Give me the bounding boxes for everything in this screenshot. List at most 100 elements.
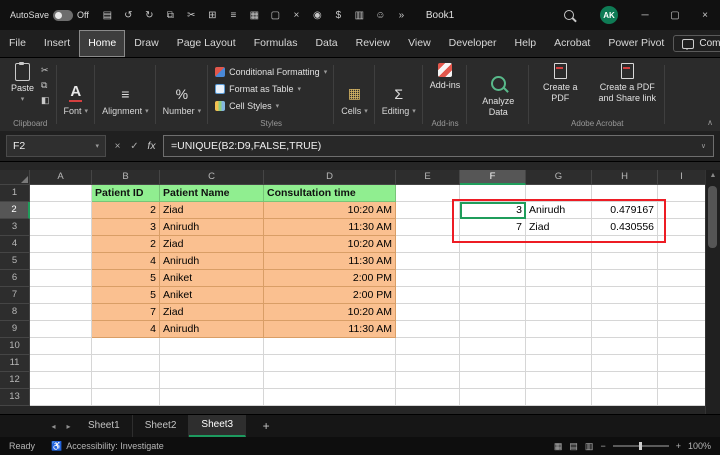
cell-D10[interactable] bbox=[264, 338, 396, 355]
cell-H1[interactable] bbox=[592, 185, 658, 202]
camera-icon[interactable]: ◉ bbox=[311, 10, 324, 21]
cell-D12[interactable] bbox=[264, 372, 396, 389]
insert-function-icon[interactable]: fx bbox=[143, 140, 160, 152]
close-document-icon[interactable]: × bbox=[290, 10, 303, 21]
ribbon-tab-formulas[interactable]: Formulas bbox=[245, 30, 307, 57]
cancel-icon[interactable]: × bbox=[109, 141, 126, 152]
cell-H10[interactable] bbox=[592, 338, 658, 355]
cell-B3[interactable]: 3 bbox=[92, 219, 160, 236]
cell-C5[interactable]: Anirudh bbox=[160, 253, 264, 270]
cell-A4[interactable] bbox=[30, 236, 92, 253]
cell-C3[interactable]: Anirudh bbox=[160, 219, 264, 236]
cell-I12[interactable] bbox=[658, 372, 706, 389]
cell-A2[interactable] bbox=[30, 202, 92, 219]
ribbon-tab-draw[interactable]: Draw bbox=[125, 30, 168, 57]
cell-F13[interactable] bbox=[460, 389, 526, 406]
row-header-8[interactable]: 8 bbox=[0, 304, 30, 321]
zoom-in-icon[interactable]: + bbox=[676, 441, 681, 451]
cell-I3[interactable] bbox=[658, 219, 706, 236]
analyze-data-button[interactable]: Analyze Data bbox=[474, 76, 522, 118]
chart-icon[interactable]: ▥ bbox=[353, 10, 366, 21]
cell-G11[interactable] bbox=[526, 355, 592, 372]
new-document-icon[interactable]: ▢ bbox=[269, 10, 282, 21]
cell-H9[interactable] bbox=[592, 321, 658, 338]
cell-F12[interactable] bbox=[460, 372, 526, 389]
cells-group[interactable]: ▦ Cells ▾ bbox=[334, 58, 375, 131]
cell-H8[interactable] bbox=[592, 304, 658, 321]
cell-E11[interactable] bbox=[396, 355, 460, 372]
cell-B9[interactable]: 4 bbox=[92, 321, 160, 338]
table-icon[interactable]: ▦ bbox=[248, 10, 261, 21]
row-header-3[interactable]: 3 bbox=[0, 219, 30, 236]
clipboard-icon[interactable]: ⧉ bbox=[164, 10, 177, 21]
ribbon-tab-developer[interactable]: Developer bbox=[440, 30, 506, 57]
cell-B1[interactable]: Patient ID bbox=[92, 185, 160, 202]
cell-G7[interactable] bbox=[526, 287, 592, 304]
row-header-5[interactable]: 5 bbox=[0, 253, 30, 270]
cell-E10[interactable] bbox=[396, 338, 460, 355]
column-header-D[interactable]: D bbox=[264, 170, 396, 185]
row-header-11[interactable]: 11 bbox=[0, 355, 30, 372]
ribbon-tab-file[interactable]: File bbox=[0, 30, 35, 57]
cell-I8[interactable] bbox=[658, 304, 706, 321]
cell-D5[interactable]: 11:30 AM bbox=[264, 253, 396, 270]
cell-F4[interactable] bbox=[460, 236, 526, 253]
cell-H5[interactable] bbox=[592, 253, 658, 270]
cell-H7[interactable] bbox=[592, 287, 658, 304]
comments-button[interactable]: Comments bbox=[673, 35, 720, 52]
cell-B4[interactable]: 2 bbox=[92, 236, 160, 253]
cell-H12[interactable] bbox=[592, 372, 658, 389]
cell-E8[interactable] bbox=[396, 304, 460, 321]
cell-H2[interactable]: 0.479167 bbox=[592, 202, 658, 219]
cell-H4[interactable] bbox=[592, 236, 658, 253]
sheet-tab-sheet3[interactable]: Sheet3 bbox=[189, 415, 246, 437]
row-header-4[interactable]: 4 bbox=[0, 236, 30, 253]
cell-I7[interactable] bbox=[658, 287, 706, 304]
cell-G6[interactable] bbox=[526, 270, 592, 287]
cell-A12[interactable] bbox=[30, 372, 92, 389]
zoom-slider[interactable] bbox=[613, 445, 669, 447]
avatar[interactable]: AK bbox=[600, 6, 618, 24]
copy-icon[interactable]: ⧉ bbox=[41, 80, 50, 91]
ribbon-tab-power-pivot[interactable]: Power Pivot bbox=[599, 30, 673, 57]
cell-D3[interactable]: 11:30 AM bbox=[264, 219, 396, 236]
sheet-tab-sheet2[interactable]: Sheet2 bbox=[133, 415, 190, 437]
cell-E3[interactable] bbox=[396, 219, 460, 236]
cell-E13[interactable] bbox=[396, 389, 460, 406]
column-header-G[interactable]: G bbox=[526, 170, 592, 185]
cell-D4[interactable]: 10:20 AM bbox=[264, 236, 396, 253]
cell-A8[interactable] bbox=[30, 304, 92, 321]
ribbon-tab-page-layout[interactable]: Page Layout bbox=[168, 30, 245, 57]
cell-I1[interactable] bbox=[658, 185, 706, 202]
row-header-7[interactable]: 7 bbox=[0, 287, 30, 304]
column-header-E[interactable]: E bbox=[396, 170, 460, 185]
addins-button[interactable]: Add-ins bbox=[430, 63, 461, 90]
page-break-view-icon[interactable]: ▥ bbox=[585, 441, 594, 452]
scrollbar-thumb[interactable] bbox=[708, 186, 717, 248]
autosave-toggle[interactable] bbox=[53, 10, 73, 21]
row-header-12[interactable]: 12 bbox=[0, 372, 30, 389]
conditional-formatting-button[interactable]: Conditional Formatting ▾ bbox=[215, 63, 327, 80]
cell-F6[interactable] bbox=[460, 270, 526, 287]
cell-H13[interactable] bbox=[592, 389, 658, 406]
cell-E2[interactable] bbox=[396, 202, 460, 219]
ribbon-tab-acrobat[interactable]: Acrobat bbox=[545, 30, 599, 57]
create-pdf-share-button[interactable]: Create a PDF and Share link bbox=[596, 63, 658, 104]
autosave-control[interactable]: AutoSave Off bbox=[10, 10, 89, 21]
column-header-B[interactable]: B bbox=[92, 170, 160, 185]
page-layout-view-icon[interactable]: ▤ bbox=[569, 441, 578, 452]
normal-view-icon[interactable]: ▦ bbox=[554, 441, 563, 452]
cell-B11[interactable] bbox=[92, 355, 160, 372]
ribbon-tab-insert[interactable]: Insert bbox=[35, 30, 79, 57]
collapse-ribbon-icon[interactable]: ∧ bbox=[707, 118, 713, 127]
cell-D9[interactable]: 11:30 AM bbox=[264, 321, 396, 338]
cell-I11[interactable] bbox=[658, 355, 706, 372]
cell-A9[interactable] bbox=[30, 321, 92, 338]
cell-C4[interactable]: Ziad bbox=[160, 236, 264, 253]
cell-B10[interactable] bbox=[92, 338, 160, 355]
cell-A7[interactable] bbox=[30, 287, 92, 304]
format-as-table-button[interactable]: Format as Table ▾ bbox=[215, 80, 301, 97]
cell-D7[interactable]: 2:00 PM bbox=[264, 287, 396, 304]
row-header-1[interactable]: 1 bbox=[0, 185, 30, 202]
formula-input[interactable]: =UNIQUE(B2:D9,FALSE,TRUE) ∨ bbox=[163, 135, 714, 157]
